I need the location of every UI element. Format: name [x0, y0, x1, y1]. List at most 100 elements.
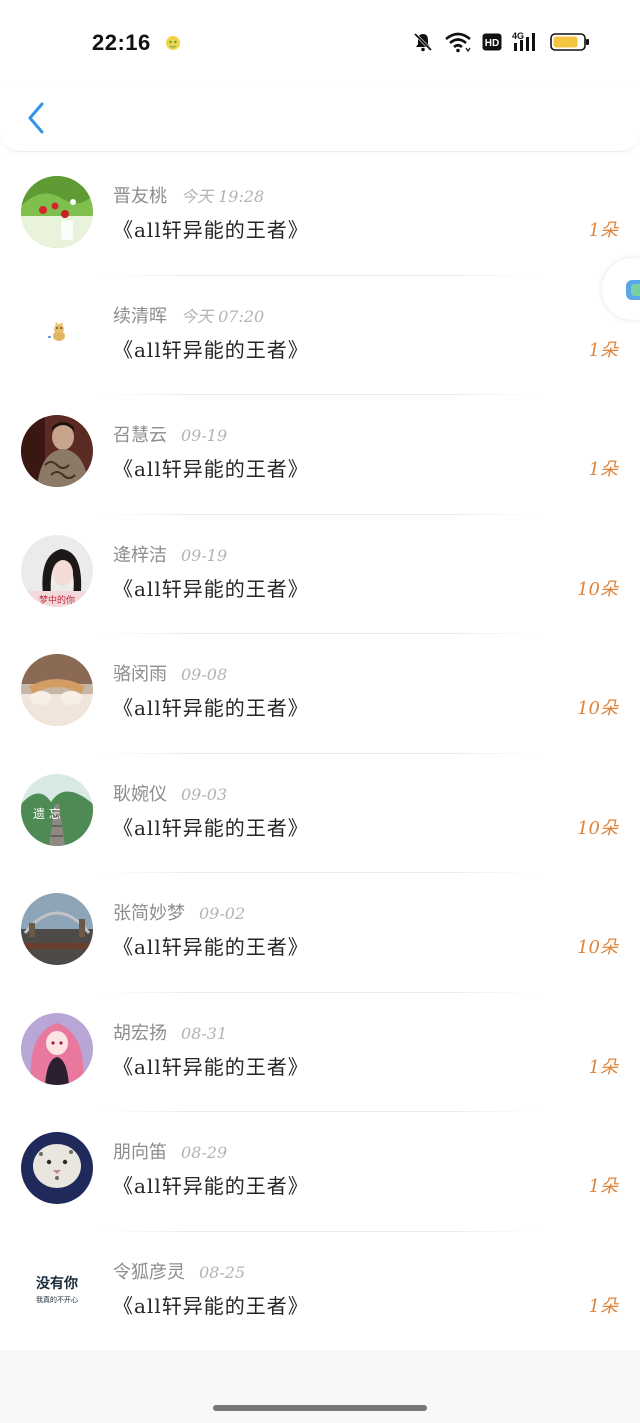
gift-date: 今天 19:28 — [181, 187, 265, 206]
railway-avatar: 遗 忘 — [21, 773, 93, 846]
text-avatar: 没有你 我真的不开心 — [21, 1251, 93, 1324]
flower-count: 1朵 — [588, 339, 618, 361]
system-icons: HD 4G — [412, 30, 590, 54]
mute-icon — [413, 32, 433, 52]
avatar[interactable] — [21, 654, 93, 726]
avatar[interactable]: 遗 忘 — [21, 773, 93, 846]
notification-pet-icon — [166, 36, 180, 50]
list-item[interactable]: 梦中的你 逄梓洁 09-19 《all轩异能的王者》 10朵 — [0, 515, 640, 634]
flower-count: 10朵 — [577, 937, 618, 958]
svg-text:HD: HD — [485, 38, 499, 49]
svg-text:梦中的你: 梦中的你 — [39, 594, 75, 606]
sender-name: 朋向笛 — [113, 1142, 167, 1163]
list-item[interactable]: 朋向笛 08-29 《all轩异能的王者》 1朵 — [0, 1112, 640, 1232]
list-item[interactable]: 遗 忘 耿婉仪 09-03 《all轩异能的王者》 10朵 — [0, 754, 640, 873]
avatar[interactable] — [21, 1012, 93, 1085]
flower-count: 1朵 — [588, 220, 618, 241]
svg-text:遗 忘: 遗 忘 — [33, 806, 61, 821]
signal-icon: 4G — [512, 31, 535, 51]
list-item[interactable]: 骆闵雨 09-08 《all轩异能的王者》 10朵 — [0, 634, 640, 754]
book-title: 《all轩异能的王者》 — [113, 1293, 309, 1318]
gift-date: 08-31 — [181, 1023, 228, 1043]
sender-meta: 骆闵雨 09-08 — [113, 660, 227, 686]
status-time: 22:16 — [92, 30, 151, 55]
sender-meta: 张简妙梦 09-02 — [113, 899, 245, 925]
bottom-area — [0, 1350, 640, 1423]
svg-text:我真的不开心: 我真的不开心 — [36, 1295, 78, 1304]
avatar[interactable]: 没有你 我真的不开心 — [21, 1251, 93, 1324]
back-button[interactable] — [18, 98, 54, 138]
chat-bubble-accent — [631, 284, 640, 296]
book-title: 《all轩异能的王者》 — [113, 815, 309, 840]
gift-date: 08-29 — [181, 1143, 228, 1162]
list-item[interactable]: 续清晖 今天 07:20 《all轩异能的王者》 1朵 — [0, 276, 640, 395]
book-title: 《all轩异能的王者》 — [113, 696, 309, 720]
flower-count: 10朵 — [577, 578, 618, 600]
sender-name: 骆闵雨 — [113, 664, 167, 685]
book-title: 《all轩异能的王者》 — [113, 1054, 309, 1079]
sender-meta: 胡宏扬 08-31 — [113, 1019, 227, 1045]
sender-name: 续清晖 — [113, 305, 167, 327]
avatar[interactable]: 梦中的你 — [21, 534, 93, 607]
status-bar: 22:16 HD 4G — [0, 0, 640, 86]
home-indicator[interactable] — [213, 1405, 427, 1411]
chevron-left-icon — [28, 102, 44, 134]
sender-meta: 续清晖 今天 07:20 — [113, 302, 264, 328]
list-item[interactable]: 胡宏扬 08-31 《all轩异能的王者》 1朵 — [0, 993, 640, 1112]
flower-count: 1朵 — [588, 1056, 618, 1078]
book-title: 《all轩异能的王者》 — [113, 337, 309, 362]
gift-list: 晋友桃 今天 19:28 《all轩异能的王者》 1朵 续清晖 今天 07:20 《… — [0, 156, 640, 1351]
book-title: 《all轩异能的王者》 — [113, 457, 309, 481]
list-item[interactable]: 晋友桃 今天 19:28 《all轩异能的王者》 1朵 — [0, 156, 640, 276]
city-bridge-avatar — [21, 893, 93, 965]
sender-name: 胡宏扬 — [113, 1022, 167, 1044]
gift-date: 09-19 — [181, 545, 228, 565]
book-title: 《all轩异能的王者》 — [113, 576, 309, 601]
small-cat-avatar — [21, 295, 93, 368]
snow-leopard-avatar — [21, 1132, 93, 1204]
avatar[interactable] — [21, 176, 93, 248]
list-item[interactable]: 没有你 我真的不开心 令狐彦灵 08-25 《all轩异能的王者》 1朵 — [0, 1232, 640, 1352]
book-title: 《all轩异能的王者》 — [113, 935, 309, 959]
flower-count: 1朵 — [588, 1176, 618, 1197]
flower-count: 10朵 — [577, 698, 618, 719]
tattooed-man-avatar — [21, 415, 93, 487]
sender-name: 张简妙梦 — [113, 903, 185, 924]
sender-name: 令狐彦灵 — [113, 1261, 185, 1283]
gift-date: 08-25 — [199, 1262, 246, 1282]
book-title: 《all轩异能的王者》 — [113, 1174, 309, 1198]
sender-name: 召慧云 — [113, 425, 167, 446]
sender-meta: 晋友桃 今天 19:28 — [113, 182, 264, 208]
sender-name: 晋友桃 — [113, 186, 167, 207]
sender-meta: 朋向笛 08-29 — [113, 1138, 227, 1164]
nav-bar — [0, 86, 640, 152]
sender-name: 逄梓洁 — [113, 544, 167, 566]
sender-meta: 召慧云 09-19 — [113, 421, 227, 447]
sender-meta: 逄梓洁 09-19 — [113, 541, 227, 567]
flower-count: 1朵 — [588, 1295, 618, 1317]
sender-name: 耿婉仪 — [113, 783, 167, 805]
list-item[interactable]: 召慧云 09-19 《all轩异能的王者》 1朵 — [0, 395, 640, 515]
cat-paws-avatar — [21, 654, 93, 726]
strawberry-flower-avatar — [21, 176, 93, 248]
anime-girl-avatar — [21, 1012, 93, 1085]
list-item[interactable]: 张简妙梦 09-02 《all轩异能的王者》 10朵 — [0, 873, 640, 993]
gift-date: 09-08 — [181, 665, 228, 684]
wifi-icon — [445, 32, 471, 53]
svg-text:没有你: 没有你 — [36, 1275, 78, 1292]
gift-date: 09-03 — [181, 784, 228, 804]
avatar[interactable] — [21, 1132, 93, 1204]
gift-date: 09-02 — [199, 904, 246, 923]
flower-count: 10朵 — [577, 817, 618, 839]
avatar[interactable] — [21, 893, 93, 965]
flower-count: 1朵 — [588, 459, 618, 480]
svg-text:4G: 4G — [512, 31, 524, 41]
avatar[interactable] — [21, 295, 93, 368]
avatar[interactable] — [21, 415, 93, 487]
sender-meta: 耿婉仪 09-03 — [113, 780, 227, 806]
battery-icon — [550, 33, 589, 51]
girl-portrait-avatar: 梦中的你 — [21, 534, 93, 607]
hd-icon: HD — [482, 33, 502, 51]
gift-date: 09-19 — [181, 426, 228, 445]
book-title: 《all轩异能的王者》 — [113, 218, 309, 242]
